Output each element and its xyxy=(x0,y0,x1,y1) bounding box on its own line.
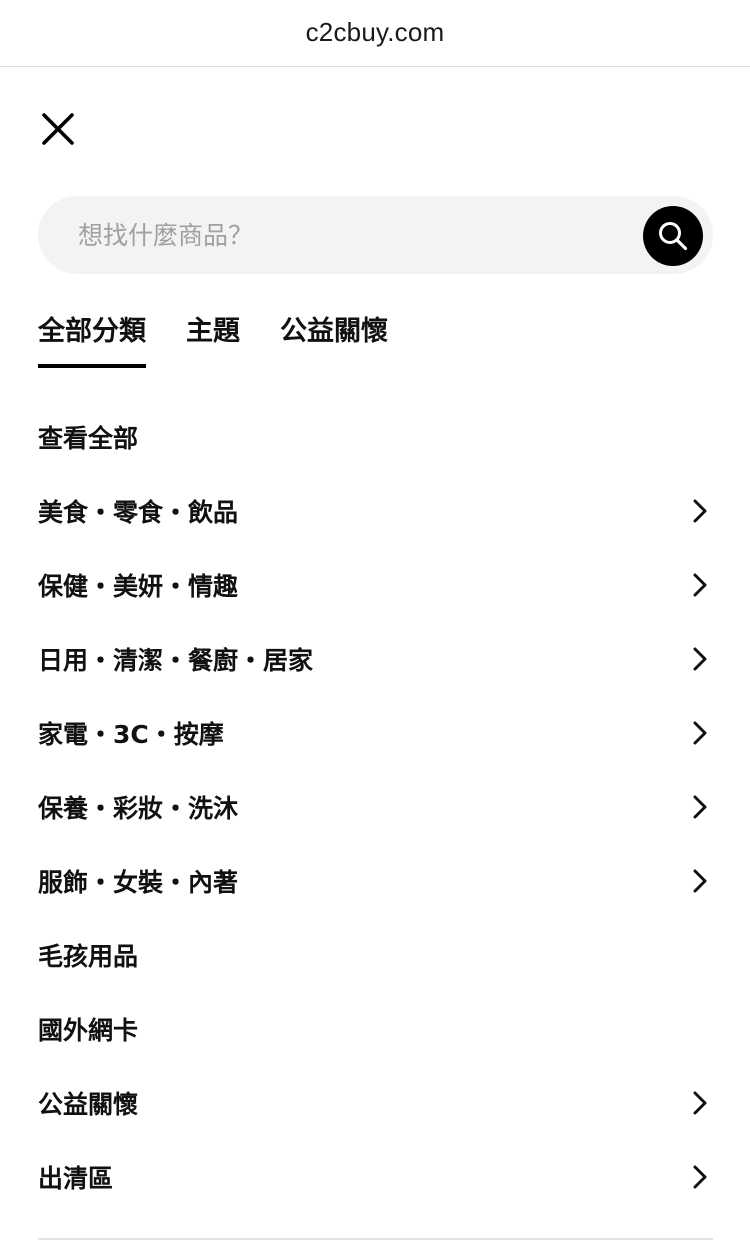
tab-charity[interactable]: 公益關懷 xyxy=(280,308,388,366)
chevron-right-icon xyxy=(693,647,707,671)
chevron-right-icon xyxy=(693,869,707,893)
category-label: 公益關懷 xyxy=(38,1090,139,1119)
category-label: 日用・清潔・餐廚・居家 xyxy=(38,646,314,675)
search-icon xyxy=(659,222,688,251)
category-item-view-all[interactable]: 查看全部 xyxy=(38,400,714,474)
chevron-right-icon xyxy=(693,795,707,819)
url-text[interactable]: c2cbuy.com xyxy=(306,17,445,48)
close-icon xyxy=(42,113,74,145)
tab-all-categories[interactable]: 全部分類 xyxy=(38,308,146,368)
tab-themes[interactable]: 主題 xyxy=(186,308,240,366)
category-item-daily-home[interactable]: 日用・清潔・餐廚・居家 xyxy=(38,622,714,696)
category-label: 毛孩用品 xyxy=(38,942,139,971)
chevron-right-icon xyxy=(693,1091,707,1115)
category-label: 美食・零食・飲品 xyxy=(38,498,239,527)
category-label: 保養・彩妝・洗沐 xyxy=(38,794,239,823)
category-label: 出清區 xyxy=(38,1164,114,1193)
category-label: 家電・3C・按摩 xyxy=(38,720,224,749)
search-bar xyxy=(38,196,713,274)
category-item-skincare-makeup[interactable]: 保養・彩妝・洗沐 xyxy=(38,770,714,844)
category-item-pet-supplies[interactable]: 毛孩用品 xyxy=(38,918,714,992)
category-item-appliances-3c[interactable]: 家電・3C・按摩 xyxy=(38,696,714,770)
search-button[interactable] xyxy=(643,206,703,266)
category-item-clearance[interactable]: 出清區 xyxy=(38,1140,714,1214)
chevron-right-icon xyxy=(693,721,707,745)
chevron-right-icon xyxy=(693,499,707,523)
category-tabs: 全部分類 主題 公益關懷 xyxy=(38,308,428,370)
divider xyxy=(38,1238,713,1240)
browser-url-bar[interactable]: c2cbuy.com xyxy=(0,0,750,67)
category-label: 服飾・女裝・內著 xyxy=(38,868,239,897)
category-item-sim-cards[interactable]: 國外網卡 xyxy=(38,992,714,1066)
chevron-right-icon xyxy=(693,573,707,597)
category-item-food-snacks-drinks[interactable]: 美食・零食・飲品 xyxy=(38,474,714,548)
chevron-right-icon xyxy=(693,1165,707,1189)
category-item-health-beauty[interactable]: 保健・美妍・情趣 xyxy=(38,548,714,622)
category-item-charity[interactable]: 公益關懷 xyxy=(38,1066,714,1140)
category-item-apparel[interactable]: 服飾・女裝・內著 xyxy=(38,844,714,918)
search-input[interactable] xyxy=(78,196,618,274)
category-label: 保健・美妍・情趣 xyxy=(38,572,239,601)
category-list: 查看全部 美食・零食・飲品 保健・美妍・情趣 日用・清潔・餐廚・居家 家電・3C… xyxy=(38,400,714,1214)
close-button[interactable] xyxy=(34,104,84,154)
category-label: 查看全部 xyxy=(38,424,139,453)
category-label: 國外網卡 xyxy=(38,1016,139,1045)
